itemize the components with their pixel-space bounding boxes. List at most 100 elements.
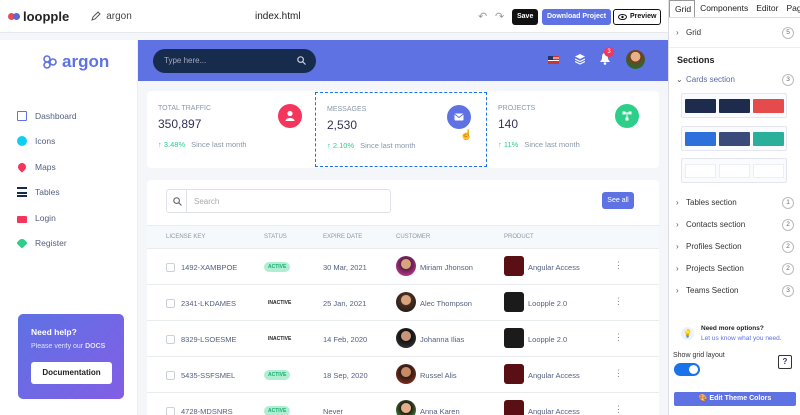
stat-card-messages[interactable]: MESSAGES 2,530 ↑ 2.10% Since last month ☝ [315,92,487,167]
sidebar-item-maps[interactable]: Maps [16,154,77,180]
chevron-right-icon: › [676,264,679,273]
customer-name: Miriam Jhonson [420,263,473,272]
sidebar-item-label: Register [35,238,67,249]
product-name: Loopple 2.0 [528,335,568,344]
lightbulb-icon: 💡 [681,327,694,340]
tab-components[interactable]: Components [695,0,751,17]
undo-icon[interactable]: ↶ [478,10,487,23]
see-all-button[interactable]: See all [602,192,634,209]
pin-icon [16,161,28,173]
search-input[interactable]: Type here... [153,49,316,73]
table-row[interactable]: 5435-SSFSMEL ACTIVE 18 Sep, 2020 Russel … [147,357,659,393]
table-search-placeholder: Search [194,197,220,206]
row-menu-icon[interactable]: ⋮ [614,368,623,379]
preview-button[interactable]: Preview [613,9,662,25]
table-row[interactable]: 1492-XAMBPOE ACTIVE 30 Mar, 2021 Miriam … [147,249,659,285]
row-checkbox[interactable] [166,407,175,415]
editor-topbar: loopple argon index.html ↶ ↷ Save Downlo… [0,0,668,33]
col-status[interactable]: STATUS [264,234,287,240]
customer-avatar [396,400,416,415]
search-icon [173,197,182,206]
product-thumbnail [504,400,524,415]
sidebar-item-tables[interactable]: Tables [17,180,77,206]
table-row[interactable]: 2341-LKDAMES INACTIVE 25 Jan, 2021 Alec … [147,285,659,321]
section-label: Projects Section [686,264,744,273]
sidebar-item-dashboard[interactable]: Dashboard [17,103,77,129]
row-menu-icon[interactable]: ⋮ [614,296,623,307]
bullet-list-icon [17,187,27,198]
documentation-button[interactable]: Documentation [31,362,112,384]
argon-sidebar: argon Dashboard Icons Maps Tables Login … [0,40,138,415]
more-options-link[interactable]: Let us know what you need. [701,335,782,342]
chevron-right-icon: › [676,198,679,207]
stat-value: 2,530 [327,118,358,132]
tab-editor[interactable]: Editor [751,0,781,17]
section-row-teams[interactable]: › Teams Section 3 [676,285,794,300]
grid-layout-toggle[interactable] [674,363,700,376]
row-checkbox[interactable] [166,299,175,308]
col-product[interactable]: PRODUCT [504,234,534,240]
argon-brand[interactable]: argon [42,52,109,72]
edit-icon [91,11,101,21]
table-search-input[interactable]: Search [166,189,391,213]
product-name: Angular Access [528,263,580,272]
redo-icon[interactable]: ↷ [495,10,504,23]
edit-theme-colors-button[interactable]: 🎨 Edit Theme Colors [674,392,796,406]
row-checkbox[interactable] [166,263,175,272]
row-menu-icon[interactable]: ⋮ [614,404,623,415]
stat-value: 350,897 [158,117,202,131]
header-bar: Type here... 3 [138,40,668,81]
loopple-logo[interactable]: loopple [8,9,69,24]
count-badge: 2 [782,241,794,253]
table-row[interactable]: 4728-MDSNRS ACTIVE Never Anna Karen Angu… [147,393,659,415]
project-label: argon [106,10,132,22]
col-customer[interactable]: CUSTOMER [396,234,430,240]
sections-title: Sections [677,55,715,65]
layers-icon[interactable] [574,54,586,67]
table-row[interactable]: 8329-LSOESME INACTIVE 14 Feb, 2020 Johan… [147,321,659,357]
col-license-key[interactable]: LICENSE KEY [166,234,205,240]
stat-card-traffic[interactable]: TOTAL TRAFFIC 350,897 ↑ 3.48% Since last … [147,91,316,168]
customer-name: Johanna Ilias [420,335,465,344]
sidebar-item-icons[interactable]: Icons [17,129,77,155]
cursor-hand-icon: ☝ [460,130,473,141]
product-name: Loopple 2.0 [528,299,568,308]
section-row-profiles[interactable]: › Profiles Section 2 [676,241,794,256]
section-row-contacts[interactable]: › Contacts section 2 [676,219,794,234]
customer-avatar [396,364,416,384]
sidebar-item-register[interactable]: Register [16,231,77,257]
file-name: index.html [255,11,301,22]
tab-grid[interactable]: Grid [669,0,696,17]
project-name[interactable]: argon [91,11,132,22]
stat-label: TOTAL TRAFFIC [158,105,212,112]
row-menu-icon[interactable]: ⋮ [614,332,623,343]
more-options: 💡 Need more options? Let us know what yo… [679,324,794,349]
stat-card-projects[interactable]: PROJECTS 140 ↑ 11% Since last month [487,91,656,168]
grid-row[interactable]: › Grid 5 [676,27,794,42]
customer-avatar [396,328,416,348]
status-badge: ACTIVE [264,262,291,272]
section-row-tables[interactable]: › Tables section 1 [676,197,794,212]
help-question-icon[interactable]: ? [778,355,792,369]
col-expire-date[interactable]: EXPIRE DATE [323,234,362,240]
product-thumbnail [504,256,524,276]
card-template-thumbnail-3[interactable] [681,158,787,183]
save-button[interactable]: Save [512,9,539,25]
section-row-projects[interactable]: › Projects Section 2 [676,263,794,278]
row-checkbox[interactable] [166,335,175,344]
panel-tabs: Grid Components Editor Pages [669,0,800,18]
stat-label: MESSAGES [327,106,367,113]
row-menu-icon[interactable]: ⋮ [614,260,623,271]
help-text: Please verify our DOCS [31,343,111,350]
cards-section-row[interactable]: ⌄ Cards section 3 [676,74,794,89]
avatar[interactable] [626,50,645,69]
row-checkbox[interactable] [166,371,175,380]
customer-avatar [396,292,416,312]
flag-icon[interactable] [548,56,559,66]
sidebar-item-login[interactable]: Login [17,205,77,231]
tab-pages[interactable]: Pages [781,0,800,17]
card-template-thumbnail-1[interactable] [681,93,787,118]
card-template-thumbnail-2[interactable] [681,126,787,151]
docs-link[interactable]: DOCS [85,343,105,350]
download-project-button[interactable]: Download Project [542,9,612,25]
